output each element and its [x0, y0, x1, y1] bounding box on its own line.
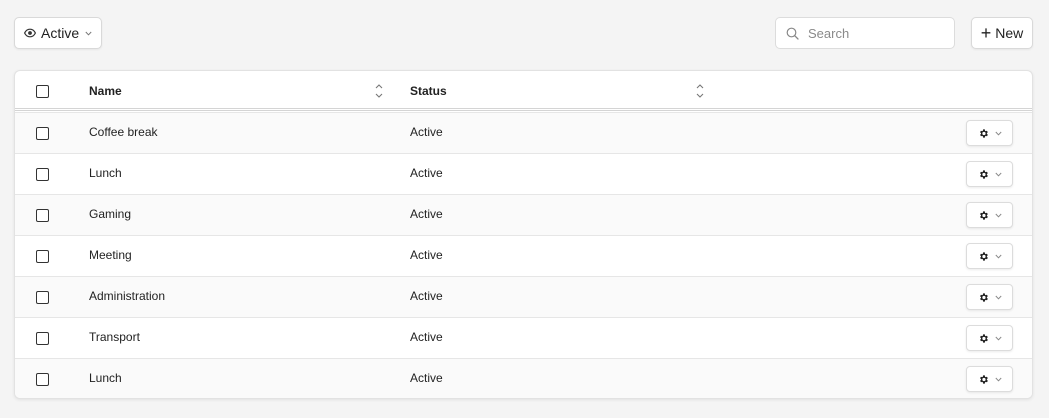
row-status: Active — [410, 248, 443, 262]
row-checkbox[interactable] — [36, 209, 49, 222]
row-checkbox[interactable] — [36, 332, 49, 345]
table-row[interactable]: Meeting Active — [15, 235, 1032, 276]
row-actions-button[interactable] — [966, 161, 1013, 187]
row-name: Lunch — [89, 166, 122, 180]
gear-icon — [978, 251, 989, 262]
gear-icon — [978, 169, 989, 180]
chevron-down-icon — [994, 254, 1002, 259]
row-name: Meeting — [89, 248, 132, 262]
row-name: Lunch — [89, 371, 122, 385]
row-checkbox[interactable] — [36, 373, 49, 386]
status-filter-button[interactable]: Active — [14, 17, 102, 49]
gear-icon — [978, 333, 989, 344]
table-row[interactable]: Lunch Active — [15, 358, 1032, 398]
row-status: Active — [410, 207, 443, 221]
row-name: Coffee break — [89, 125, 158, 139]
chevron-down-icon — [994, 131, 1002, 136]
plus-icon: + — [980, 22, 992, 43]
row-actions-button[interactable] — [966, 120, 1013, 146]
new-button[interactable]: + New — [971, 17, 1033, 49]
gear-icon — [978, 374, 989, 385]
table-row[interactable]: Gaming Active — [15, 194, 1032, 235]
search-icon — [786, 27, 799, 40]
row-actions-button[interactable] — [966, 284, 1013, 310]
new-button-label: New — [995, 25, 1024, 41]
chevron-down-icon — [994, 295, 1002, 300]
table-row[interactable]: Coffee break Active — [15, 112, 1032, 153]
row-actions-button[interactable] — [966, 243, 1013, 269]
table-row[interactable]: Administration Active — [15, 276, 1032, 317]
table-row[interactable]: Lunch Active — [15, 153, 1032, 194]
chevron-down-icon — [994, 172, 1002, 177]
row-checkbox[interactable] — [36, 250, 49, 263]
row-checkbox[interactable] — [36, 291, 49, 304]
toolbar: Active + New — [0, 0, 1049, 66]
chevron-down-icon — [85, 31, 92, 36]
search-field[interactable] — [775, 17, 955, 49]
chevron-down-icon — [994, 336, 1002, 341]
chevron-down-icon — [994, 377, 1002, 382]
sort-icon[interactable] — [374, 82, 384, 100]
row-actions-button[interactable] — [966, 325, 1013, 351]
search-input[interactable] — [808, 25, 948, 41]
row-name: Transport — [89, 330, 140, 344]
row-checkbox[interactable] — [36, 127, 49, 140]
chevron-down-icon — [994, 213, 1002, 218]
row-name: Administration — [89, 289, 166, 303]
row-actions-button[interactable] — [966, 366, 1013, 392]
gear-icon — [978, 128, 989, 139]
row-checkbox[interactable] — [36, 168, 49, 181]
sort-icon[interactable] — [695, 82, 705, 100]
data-table: Name Status Coffee break Active Lunch Ac… — [14, 70, 1033, 399]
row-status: Active — [410, 330, 443, 344]
row-status: Active — [410, 371, 443, 385]
table-row[interactable]: Transport Active — [15, 317, 1032, 358]
column-header-status[interactable]: Status — [410, 84, 447, 98]
gear-icon — [978, 292, 989, 303]
column-header-name[interactable]: Name — [89, 84, 122, 98]
gear-icon — [978, 210, 989, 221]
status-filter-label: Active — [41, 25, 80, 41]
row-status: Active — [410, 125, 443, 139]
eye-icon — [24, 27, 36, 39]
row-status: Active — [410, 289, 443, 303]
row-actions-button[interactable] — [966, 202, 1013, 228]
table-header: Name Status — [15, 71, 1032, 111]
row-name: Gaming — [89, 207, 132, 221]
select-all-checkbox[interactable] — [36, 85, 49, 98]
row-status: Active — [410, 166, 443, 180]
